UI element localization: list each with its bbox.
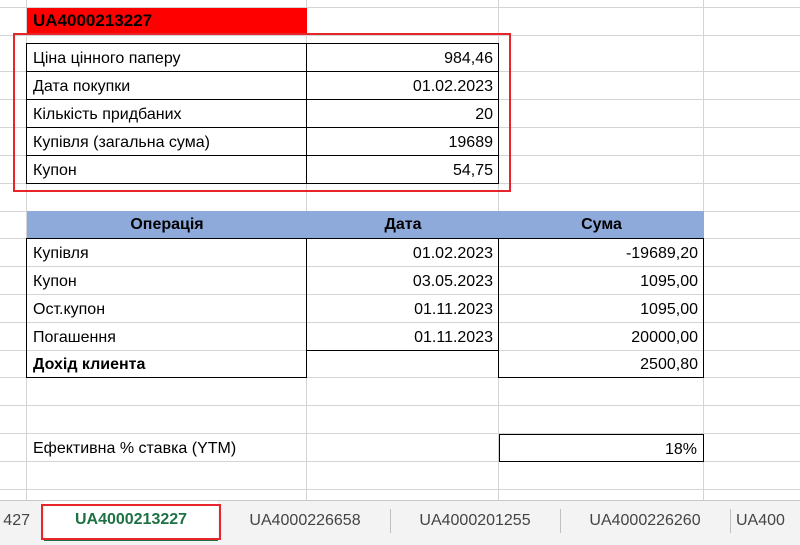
ops-header-date[interactable]: Дата bbox=[307, 211, 499, 239]
tab-separator bbox=[560, 509, 561, 533]
ops-row-amount[interactable]: 1095,00 bbox=[499, 267, 704, 295]
prop-label-quantity[interactable]: Кількість придбаних bbox=[27, 100, 307, 128]
sheet-tab-active[interactable]: UA4000213227 bbox=[44, 501, 218, 541]
tab-separator bbox=[390, 509, 391, 533]
ops-row-operation[interactable]: Ост.купон bbox=[27, 295, 307, 323]
prop-label-total-purchase[interactable]: Купівля (загальна сума) bbox=[27, 128, 307, 156]
prop-label-price[interactable]: Ціна цінного паперу bbox=[27, 44, 307, 72]
ops-row-date[interactable]: 01.11.2023 bbox=[307, 323, 499, 351]
sheet-tab-bar: 427 UA4000213227 UA4000226658 UA40002012… bbox=[0, 500, 800, 545]
bond-id-header-cell[interactable]: UA4000213227 bbox=[27, 8, 307, 35]
ops-row-amount[interactable]: 20000,00 bbox=[499, 323, 704, 351]
prop-value-quantity[interactable]: 20 bbox=[307, 100, 499, 128]
ops-header-operation[interactable]: Операція bbox=[27, 211, 307, 239]
ops-row-operation[interactable]: Погашення bbox=[27, 323, 307, 351]
sheet-tab[interactable]: 427 bbox=[0, 501, 30, 541]
ytm-value[interactable]: 18% bbox=[499, 434, 704, 462]
prop-label-coupon[interactable]: Купон bbox=[27, 156, 307, 184]
prop-value-total-purchase[interactable]: 19689 bbox=[307, 128, 499, 156]
prop-value-price[interactable]: 984,46 bbox=[307, 44, 499, 72]
sheet-tab[interactable]: UA4000201255 bbox=[392, 501, 558, 541]
prop-value-purchase-date[interactable]: 01.02.2023 bbox=[307, 72, 499, 100]
ops-row-operation[interactable]: Купівля bbox=[27, 239, 307, 267]
ops-total-label[interactable]: Дохід клиента bbox=[27, 351, 307, 378]
ops-row-amount[interactable]: 1095,00 bbox=[499, 295, 704, 323]
ytm-label[interactable]: Ефективна % ставка (YTM) bbox=[27, 434, 307, 462]
ops-row-operation[interactable]: Купон bbox=[27, 267, 307, 295]
ops-row-date[interactable]: 01.02.2023 bbox=[307, 239, 499, 267]
spreadsheet-grid[interactable]: UA4000213227 Ціна цінного паперу 984,46 … bbox=[0, 0, 800, 500]
sheet-tab[interactable]: UA4000226260 bbox=[562, 501, 728, 541]
prop-label-purchase-date[interactable]: Дата покупки bbox=[27, 72, 307, 100]
sheet-tab[interactable]: UA4000226658 bbox=[222, 501, 388, 541]
ops-row-amount[interactable]: -19689,20 bbox=[499, 239, 704, 267]
ops-header-amount[interactable]: Сума bbox=[499, 211, 704, 239]
ops-row-date[interactable]: 03.05.2023 bbox=[307, 267, 499, 295]
sheet-tab[interactable]: UA400 bbox=[736, 501, 800, 541]
ops-total-amount[interactable]: 2500,80 bbox=[499, 351, 704, 378]
prop-value-coupon[interactable]: 54,75 bbox=[307, 156, 499, 184]
ops-row-date[interactable]: 01.11.2023 bbox=[307, 295, 499, 323]
tab-separator bbox=[730, 509, 731, 533]
